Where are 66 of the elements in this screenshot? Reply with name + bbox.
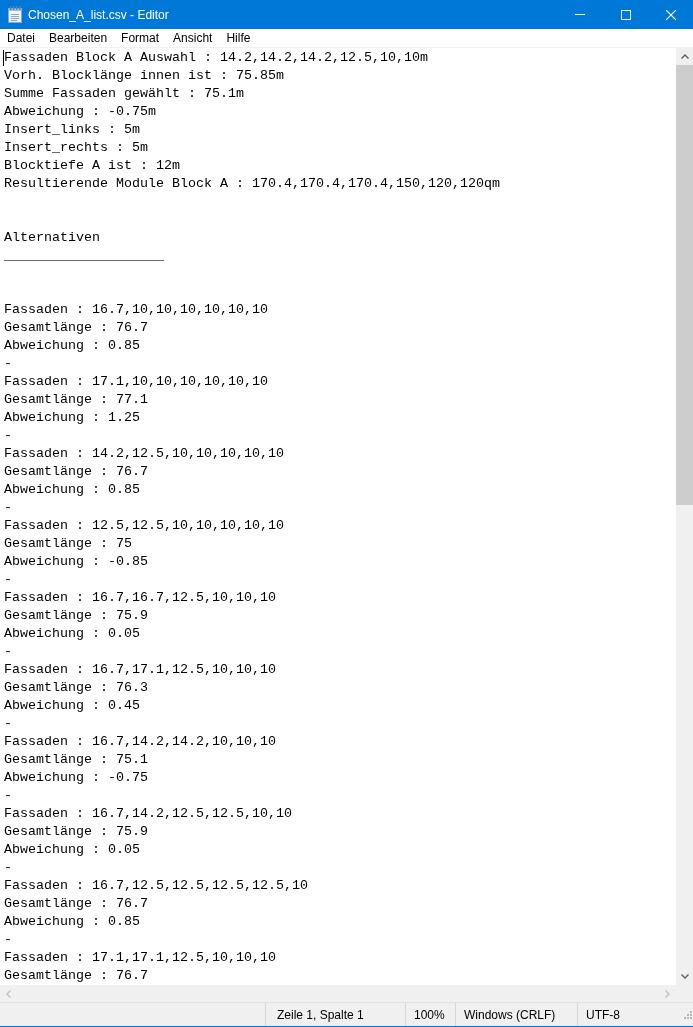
chevron-down-icon	[680, 974, 689, 979]
text-line: Abweichung : -0.75	[4, 769, 148, 787]
text-line: -	[4, 859, 12, 877]
text-line: Fassaden : 17.1,17.1,12.5,10,10,10	[4, 949, 276, 967]
close-icon	[666, 9, 676, 20]
text-line: Gesamtlänge : 76.7	[4, 319, 148, 337]
text-line: Alternativen	[4, 229, 100, 247]
text-line: -	[4, 499, 12, 517]
text-line: -	[4, 931, 12, 949]
vertical-scrollbar[interactable]	[676, 48, 693, 985]
text-line: Fassaden : 14.2,12.5,10,10,10,10,10	[4, 445, 284, 463]
text-line: Gesamtlänge : 75.9	[4, 823, 148, 841]
resize-grip-icon[interactable]	[683, 1009, 692, 1019]
minimize-icon	[575, 14, 585, 15]
window-title: Chosen_A_list.csv - Editor	[28, 6, 170, 24]
text-line: -	[4, 571, 12, 589]
text-cursor-icon	[3, 50, 4, 66]
text-line: Abweichung : 0.45	[4, 697, 140, 715]
text-line: ____________________	[4, 247, 164, 265]
chevron-right-icon	[665, 989, 670, 998]
text-line: Gesamtlänge : 77.1	[4, 391, 148, 409]
text-line: Gesamtlänge : 75	[4, 535, 132, 553]
text-line: Insert_links : 5m	[4, 121, 140, 139]
text-line: Abweichung : 1.25	[4, 409, 140, 427]
text-line: Abweichung : 0.85	[4, 337, 140, 355]
text-line: Gesamtlänge : 75.1	[4, 751, 148, 769]
text-line: Abweichung : -0.85	[4, 553, 148, 571]
text-line: Abweichung : 0.05	[4, 625, 140, 643]
text-line: Gesamtlänge : 76.7	[4, 895, 148, 913]
text-line: -	[4, 427, 12, 445]
text-line: Gesamtlänge : 75.9	[4, 607, 148, 625]
text-line: Blocktiefe A ist : 12m	[4, 157, 180, 175]
maximize-icon	[621, 9, 631, 20]
text-line: Abweichung : 0.05	[4, 841, 140, 859]
line-ending-text: Windows (CRLF)	[464, 1006, 556, 1024]
text-line: -	[4, 787, 12, 805]
text-line: Fassaden : 16.7,12.5,12.5,12.5,12.5,10	[4, 877, 308, 895]
text-line: Fassaden : 16.7,14.2,12.5,12.5,10,10	[4, 805, 292, 823]
notepad-icon[interactable]	[8, 6, 22, 23]
text-line: Fassaden : 16.7,14.2,14.2,10,10,10	[4, 733, 276, 751]
text-line: Gesamtlänge : 76.3	[4, 679, 148, 697]
text-line: Abweichung : 0.85	[4, 481, 140, 499]
text-line: Vorh. Blocklänge innen ist : 75.85m	[4, 67, 284, 85]
text-line: Abweichung : 0.85	[4, 913, 140, 931]
encoding-text: UTF-8	[586, 1006, 620, 1024]
text-line: Fassaden : 16.7,16.7,12.5,10,10,10	[4, 589, 276, 607]
text-line: Summe Fassaden gewählt : 75.1m	[4, 85, 244, 103]
text-line: Fassaden : 12.5,12.5,10,10,10,10,10	[4, 517, 284, 535]
cursor-position-text: Zeile 1, Spalte 1	[277, 1006, 364, 1024]
text-line: Fassaden : 17.1,10,10,10,10,10,10	[4, 373, 268, 391]
text-line: Fassaden : 16.7,10,10,10,10,10,10	[4, 301, 268, 319]
text-line: Abweichung : -0.75m	[4, 103, 156, 121]
chevron-up-icon	[680, 54, 689, 59]
text-line: Resultierende Module Block A : 170.4,170.4,170.4,150,120,120qm	[4, 175, 500, 193]
text-line: Gesamtlänge : 76.7	[4, 463, 148, 481]
text-line: Insert_rechts : 5m	[4, 139, 148, 157]
text-line: Fassaden Block A Auswahl : 14.2,14.2,14.2,12.5,10,10m	[4, 49, 428, 67]
text-line: -	[4, 715, 12, 733]
zoom-level-text: 100%	[414, 1006, 445, 1024]
text-line: -	[4, 355, 12, 373]
text-line: Fassaden : 16.7,17.1,12.5,10,10,10	[4, 661, 276, 679]
horizontal-scrollbar[interactable]	[0, 985, 676, 1002]
text-line: Gesamtlänge : 76.7	[4, 967, 148, 985]
scrollbar-thumb[interactable]	[676, 65, 693, 505]
chevron-left-icon	[6, 989, 11, 998]
text-line: -	[4, 643, 12, 661]
